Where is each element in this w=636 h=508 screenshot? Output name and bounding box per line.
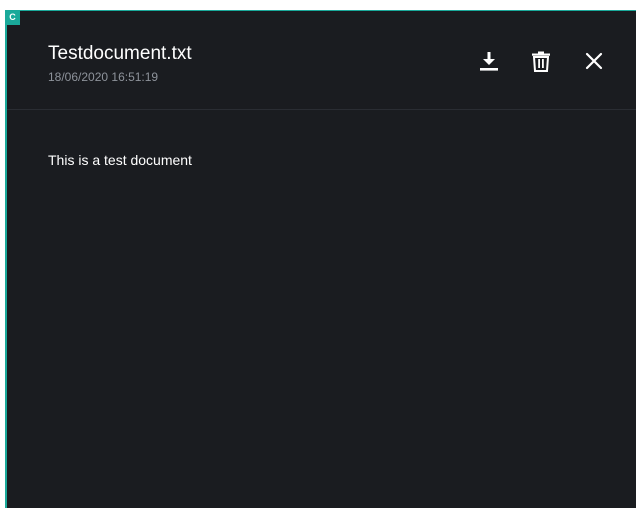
document-header: Testdocument.txt 18/06/2020 16:51:19 [7,11,636,110]
download-button[interactable] [477,49,501,73]
document-content: This is a test document [48,152,192,168]
close-button[interactable] [582,49,606,73]
document-timestamp: 18/06/2020 16:51:19 [48,70,159,84]
close-icon [585,52,603,70]
download-icon [480,52,498,71]
delete-button[interactable] [529,49,553,73]
document-viewer-panel: Testdocument.txt 18/06/2020 16:51:19 Thi… [5,10,636,508]
corner-badge: C [5,10,20,25]
document-title: Testdocument.txt [48,43,192,64]
trash-icon [532,51,550,72]
